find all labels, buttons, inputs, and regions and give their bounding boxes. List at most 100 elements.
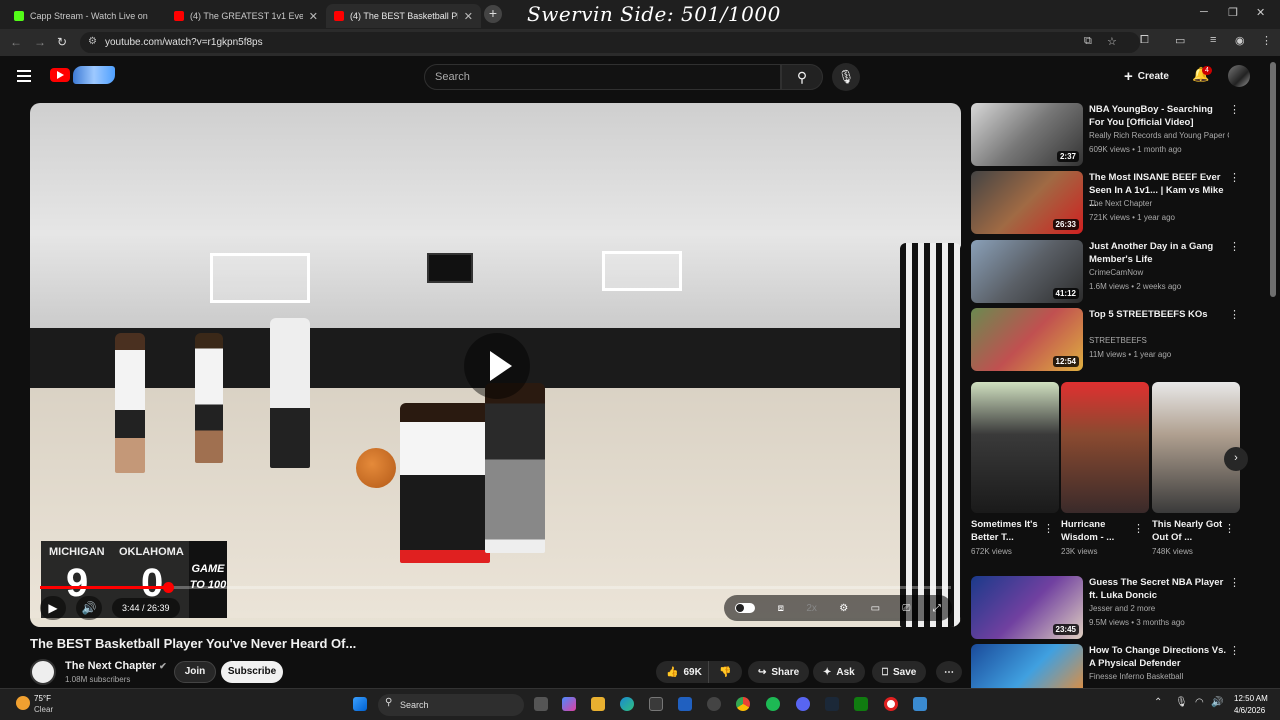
more-vertical-icon[interactable]: ⋮: [1229, 171, 1240, 184]
short-thumbnail[interactable]: [971, 382, 1059, 513]
progress-bar[interactable]: [40, 582, 951, 593]
video-title[interactable]: Top 5 STREETBEEFS KOs: [1089, 308, 1229, 321]
recommended-video[interactable]: 41:12 Just Another Day in a Gang Member's…: [971, 240, 1261, 306]
weather-condition[interactable]: Clear: [34, 705, 53, 714]
big-play-button[interactable]: [464, 333, 530, 399]
short-title[interactable]: This Nearly Got Out Of ...: [1152, 518, 1224, 544]
xbox-icon[interactable]: [854, 697, 868, 711]
youtube-doodle-logo[interactable]: [73, 66, 115, 84]
omnibox[interactable]: ⚙ youtube.com/watch?v=r1gkpn5f8ps ⧉ ☆: [80, 32, 1140, 53]
account-avatar[interactable]: [1228, 65, 1250, 87]
captions-icon[interactable]: ⧈: [778, 603, 784, 614]
video-thumbnail[interactable]: 41:12: [971, 240, 1083, 303]
more-vertical-icon[interactable]: ⋮: [1229, 240, 1240, 253]
new-tab-button[interactable]: +: [484, 5, 502, 23]
steam-icon[interactable]: [825, 697, 839, 711]
video-thumbnail[interactable]: 2:37: [971, 103, 1083, 166]
split-view-icon[interactable]: ▭: [1175, 34, 1185, 47]
more-vertical-icon[interactable]: ⋮: [1133, 522, 1144, 535]
shorts-item[interactable]: Hurricane Wisdom - ... 23K views ⋮: [1061, 382, 1149, 556]
short-title[interactable]: Sometimes It's Better T...: [971, 518, 1043, 544]
scrubber-handle[interactable]: [162, 582, 174, 593]
video-title[interactable]: How To Change Directions Vs. A Physical …: [1089, 644, 1229, 670]
play-button[interactable]: ▶: [40, 596, 66, 620]
discord-icon[interactable]: [796, 697, 810, 711]
channel-avatar[interactable]: [30, 659, 56, 685]
spotify-icon[interactable]: [766, 697, 780, 711]
search-input[interactable]: Search: [424, 64, 781, 90]
shorts-item[interactable]: Sometimes It's Better T... 672K views ⋮: [971, 382, 1059, 556]
photos-icon[interactable]: [913, 697, 927, 711]
autoplay-toggle[interactable]: [735, 603, 756, 613]
recommended-video[interactable]: 2:37 NBA YoungBoy - Searching For You [Of…: [971, 103, 1261, 169]
shorts-item[interactable]: This Nearly Got Out Of ... 748K views ⋮: [1152, 382, 1240, 556]
close-tab-icon[interactable]: ✕: [464, 10, 473, 23]
forward-icon[interactable]: →: [34, 35, 46, 49]
microphone-icon[interactable]: 🎙: [1175, 697, 1188, 708]
back-icon[interactable]: ←: [10, 35, 22, 49]
video-thumbnail[interactable]: 12:54: [971, 308, 1083, 371]
short-thumbnail[interactable]: [1152, 382, 1240, 513]
more-vertical-icon[interactable]: ⋮: [1043, 522, 1054, 535]
recommended-video[interactable]: 23:45 Guess The Secret NBA Player ft. Luk…: [971, 576, 1261, 642]
channel-name[interactable]: Jesser and 2 more: [1089, 604, 1229, 613]
site-info-icon[interactable]: ⚙: [88, 36, 97, 47]
video-title[interactable]: Just Another Day in a Gang Member's Life: [1089, 240, 1229, 266]
install-app-icon[interactable]: ⧉: [1084, 35, 1092, 48]
video-title[interactable]: Guess The Secret NBA Player ft. Luka Don…: [1089, 576, 1229, 602]
extensions-icon[interactable]: ⧠: [1140, 34, 1149, 47]
copilot-icon[interactable]: [562, 697, 576, 711]
channel-name[interactable]: The Next Chapter: [1089, 199, 1229, 208]
video-thumbnail[interactable]: 26:33: [971, 171, 1083, 234]
channel-name[interactable]: CrimeCamNow: [1089, 268, 1229, 277]
video-player[interactable]: MICHIGAN 9 OKLAHOMA 0 GAME TO 100 ▶ 🔊 3:…: [30, 103, 961, 627]
browser-tab[interactable]: (4) The GREATEST 1v1 Ever Sea ✕: [166, 4, 326, 28]
dislike-button[interactable]: 👎: [708, 661, 742, 683]
cast-icon[interactable]: ⎚: [902, 603, 910, 614]
settings-gear-icon[interactable]: ⚙: [839, 603, 848, 614]
file-explorer-icon[interactable]: [591, 697, 605, 711]
opera-icon[interactable]: [884, 697, 898, 711]
maximize-icon[interactable]: ❐: [1228, 6, 1238, 19]
profile-icon[interactable]: ◉: [1235, 34, 1245, 47]
edge-icon[interactable]: [620, 697, 634, 711]
more-vertical-icon[interactable]: ⋮: [1229, 308, 1240, 321]
more-vertical-icon[interactable]: ⋮: [1229, 644, 1240, 657]
subscribe-button[interactable]: Subscribe: [221, 661, 283, 683]
fullscreen-icon[interactable]: ⤢: [933, 603, 941, 614]
channel-name[interactable]: Really Rich Records and Young Paper Ch..…: [1089, 131, 1229, 140]
bookmark-star-icon[interactable]: ☆: [1107, 35, 1117, 48]
video-title[interactable]: NBA YoungBoy - Searching For You [Offici…: [1089, 103, 1229, 129]
taskbar-clock[interactable]: 12:50 AM: [1234, 694, 1268, 703]
channel-name[interactable]: Finesse Inferno Basketball: [1089, 672, 1229, 681]
close-tab-icon[interactable]: ✕: [309, 10, 318, 23]
create-button[interactable]: + Create: [1124, 68, 1169, 85]
save-button[interactable]: ⎕ Save: [872, 661, 927, 683]
speaker-icon[interactable]: 🔊: [1211, 697, 1223, 708]
recommended-video[interactable]: 26:33 The Most INSANE BEEF Ever Seen In A…: [971, 171, 1261, 237]
channel-name[interactable]: The Next Chapter ✔: [65, 660, 167, 672]
share-button[interactable]: ↪ Share: [748, 661, 810, 683]
more-actions-button[interactable]: ⋯: [936, 661, 962, 683]
reload-icon[interactable]: ↻: [57, 35, 67, 49]
chevron-up-icon[interactable]: ⌃: [1154, 697, 1162, 708]
miniplayer-icon[interactable]: ▭: [871, 603, 880, 614]
menu-icon[interactable]: ⋮: [1261, 34, 1272, 47]
store-icon[interactable]: [649, 697, 663, 711]
page-scrollbar[interactable]: [1270, 62, 1276, 297]
windows-start-icon[interactable]: [353, 697, 367, 711]
github-icon[interactable]: [707, 697, 721, 711]
task-view-icon[interactable]: [534, 697, 548, 711]
mail-icon[interactable]: [678, 697, 692, 711]
browser-tab-active[interactable]: (4) The BEST Basketball Player ✕: [326, 4, 481, 28]
more-vertical-icon[interactable]: ⋮: [1229, 576, 1240, 589]
volume-button[interactable]: 🔊: [76, 596, 102, 620]
video-thumbnail[interactable]: 23:45: [971, 576, 1083, 639]
speed-icon[interactable]: 2x: [806, 603, 817, 614]
recommended-video[interactable]: 12:54 Top 5 STREETBEEFS KOs STREETBEEFS 11M…: [971, 308, 1261, 374]
shorts-next-button[interactable]: ›: [1224, 447, 1248, 471]
taskbar-date[interactable]: 4/6/2026: [1234, 706, 1265, 715]
more-vertical-icon[interactable]: ⋮: [1224, 522, 1235, 535]
like-button[interactable]: 👍 69K: [656, 661, 708, 683]
close-window-icon[interactable]: ✕: [1256, 6, 1265, 19]
